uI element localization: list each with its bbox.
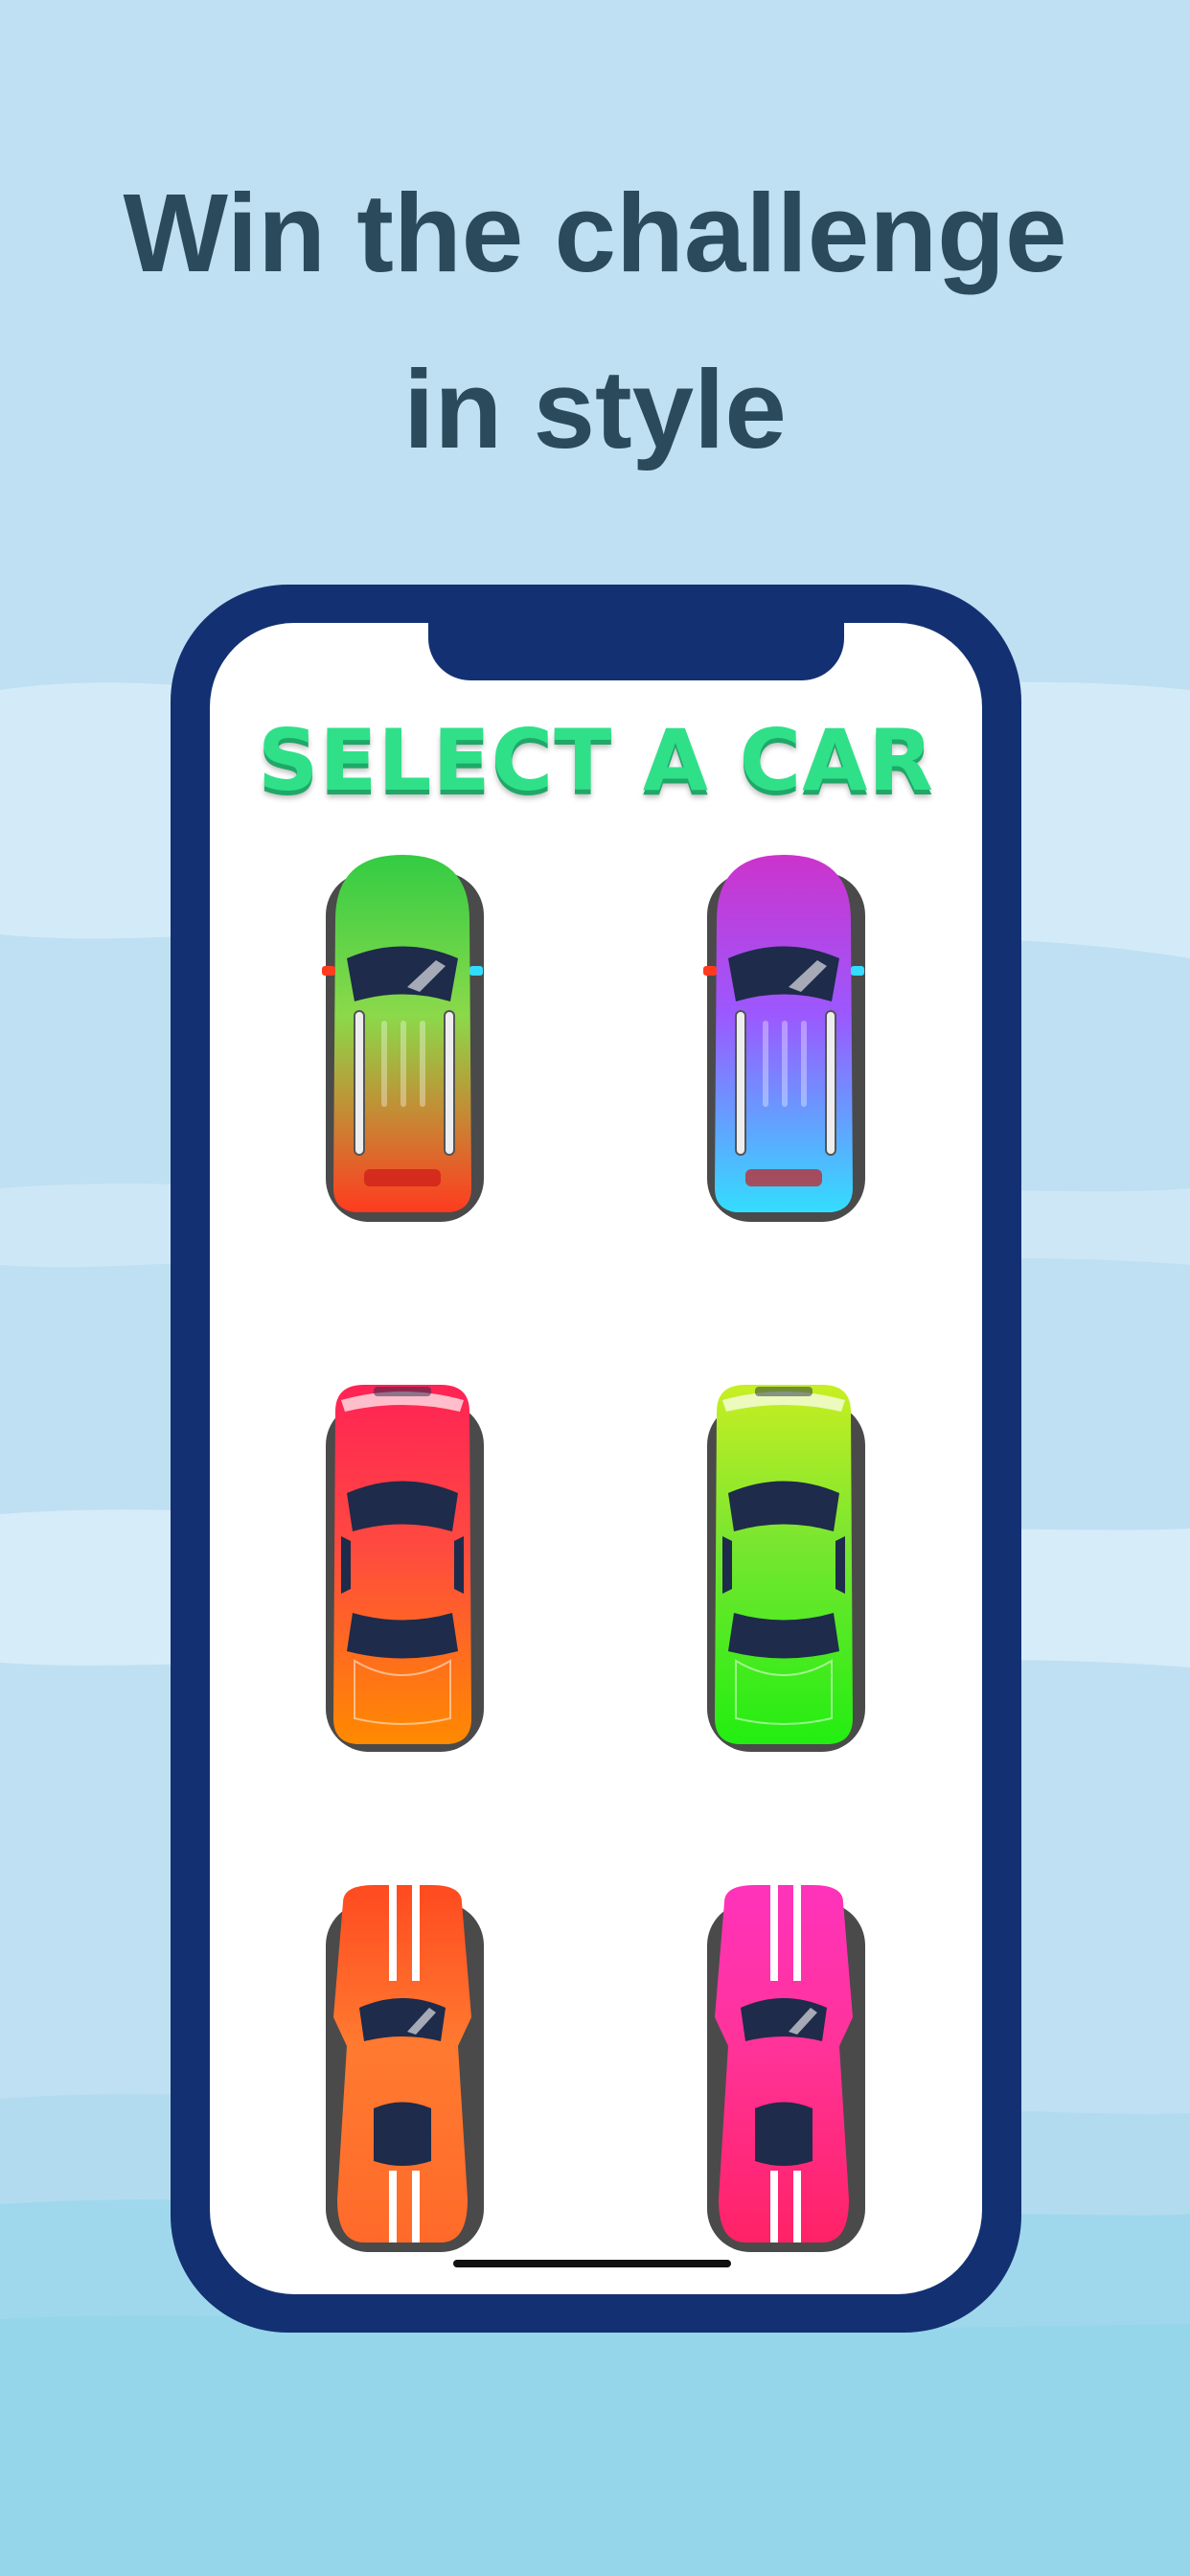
car-racer-orange-illustration — [326, 1885, 484, 2252]
headline-line-1: Win the challenge — [123, 171, 1067, 295]
car-suv-green-red-illustration — [322, 855, 484, 1222]
phone-notch — [428, 623, 844, 680]
car-sedan-lime-green-illustration — [707, 1385, 865, 1752]
select-car-title: SELECT A CAR — [257, 711, 935, 810]
headline-line-2: in style — [403, 347, 787, 472]
car-option-6[interactable] — [688, 1874, 880, 2257]
home-indicator — [453, 2260, 731, 2267]
phone-frame: SELECT A CAR — [171, 585, 1021, 2333]
car-racer-pink-illustration — [707, 1885, 865, 2252]
car-option-3[interactable] — [307, 1373, 498, 1757]
car-option-1[interactable] — [307, 843, 498, 1227]
car-option-2[interactable] — [688, 843, 880, 1227]
car-option-4[interactable] — [688, 1373, 880, 1757]
phone-screen: SELECT A CAR — [210, 623, 982, 2294]
car-suv-purple-cyan-illustration — [703, 855, 865, 1222]
car-sedan-red-orange-illustration — [326, 1385, 484, 1752]
car-option-5[interactable] — [307, 1874, 498, 2257]
